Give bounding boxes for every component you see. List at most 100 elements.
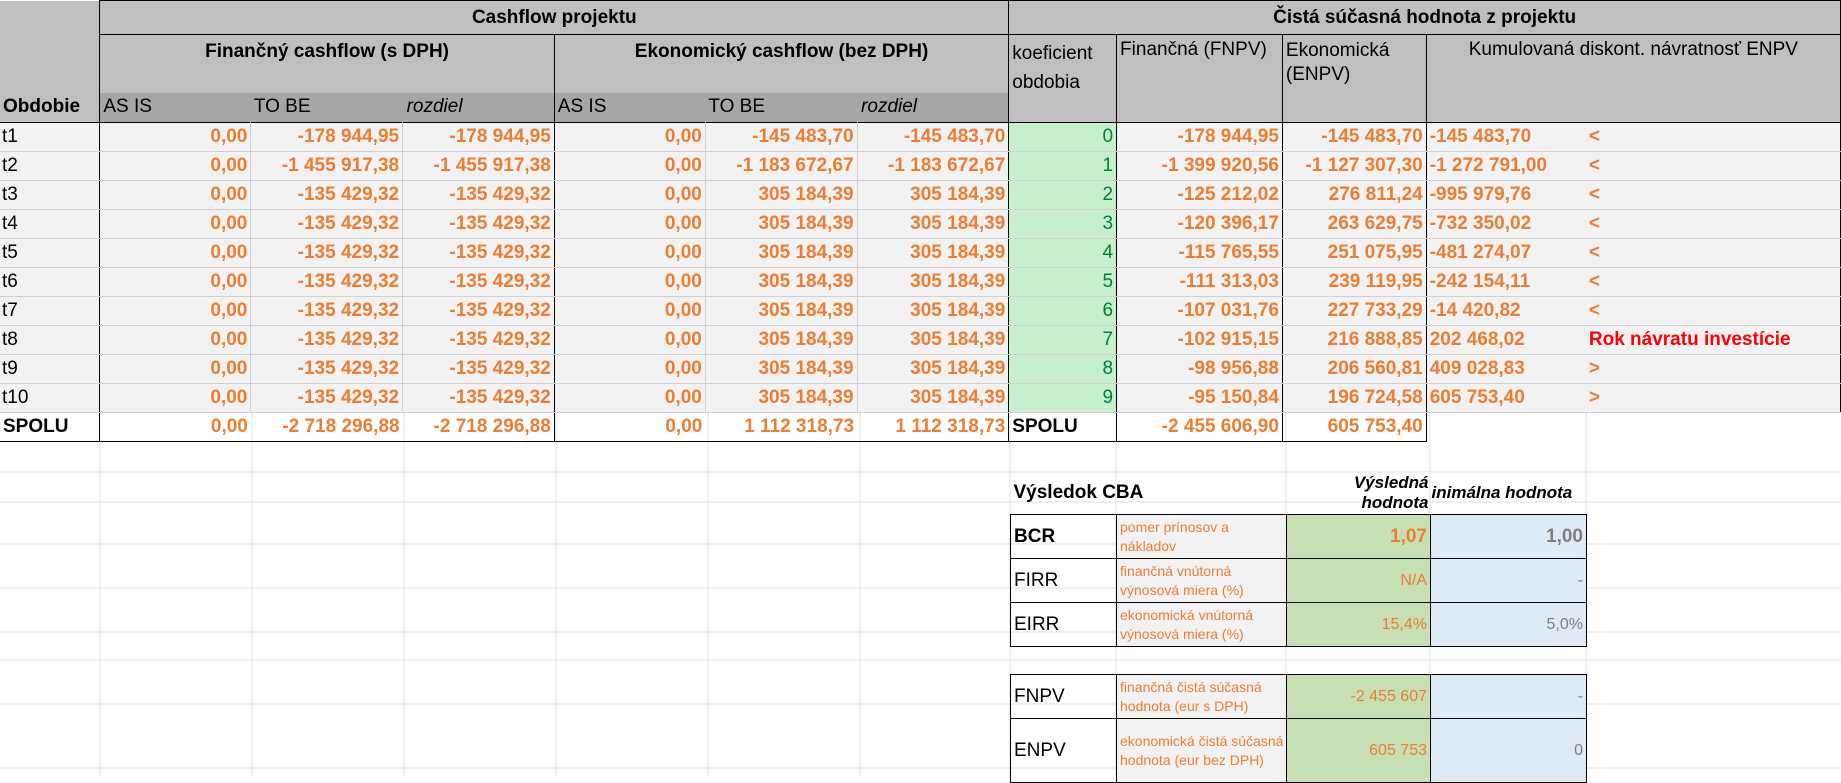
e-diff-cell[interactable]: 305 184,39 — [857, 238, 1009, 268]
cba-description[interactable]: finančná vnútorná výnosová miera (%) — [1116, 558, 1287, 603]
fnpv-cell[interactable]: -115 765,55 — [1116, 238, 1283, 268]
f-asis-cell[interactable]: 0,00 — [99, 296, 252, 326]
f-tobe-cell[interactable]: -135 429,32 — [250, 238, 404, 268]
enpv-cell[interactable]: 216 888,85 — [1281, 325, 1427, 355]
cba-min-value[interactable]: 0 — [1430, 718, 1587, 783]
cba-result-value[interactable]: N/A — [1286, 558, 1431, 603]
e-asis-cell[interactable]: 0,00 — [553, 122, 706, 152]
totals-label-npv[interactable]: SPOLU — [1008, 412, 1117, 442]
e-tobe-cell[interactable]: 305 184,39 — [705, 180, 858, 210]
cba-abbr[interactable]: BCR — [1010, 514, 1117, 559]
mark-cell[interactable]: < — [1585, 122, 1841, 152]
fnpv-cell[interactable]: -111 313,03 — [1116, 267, 1283, 297]
e-diff-cell[interactable]: 305 184,39 — [857, 383, 1009, 413]
period-cell[interactable]: t5 — [0, 238, 100, 268]
f-asis-cell[interactable]: 0,00 — [99, 180, 252, 210]
fnpv-header[interactable]: Finančná (FNPV) — [1116, 34, 1283, 123]
enpv-cell[interactable]: 196 724,58 — [1281, 383, 1427, 413]
kum-cell[interactable]: 409 028,83 — [1425, 354, 1586, 384]
mark-cell[interactable]: < — [1585, 151, 1841, 181]
total-enpv[interactable]: 605 753,40 — [1281, 412, 1427, 442]
f-diff-cell[interactable]: -135 429,32 — [402, 180, 555, 210]
e-asis-cell[interactable]: 0,00 — [553, 151, 706, 181]
period-cell[interactable]: t6 — [0, 267, 100, 297]
e-diff-cell[interactable]: 305 184,39 — [857, 354, 1009, 384]
f-diff-cell[interactable]: -135 429,32 — [402, 354, 555, 384]
npv-title[interactable]: Čistá súčasná hodnota z projektu — [1008, 0, 1841, 35]
obdobie-header[interactable]: Obdobie — [0, 0, 100, 123]
fnpv-cell[interactable]: -102 915,15 — [1116, 325, 1283, 355]
fnpv-cell[interactable]: -120 396,17 — [1116, 209, 1283, 239]
e-tobe-cell[interactable]: 305 184,39 — [705, 383, 858, 413]
f-asis-cell[interactable]: 0,00 — [99, 325, 252, 355]
fnpv-cell[interactable]: -125 212,02 — [1116, 180, 1283, 210]
f-diff-cell[interactable]: -178 944,95 — [402, 122, 555, 152]
e-asis-cell[interactable]: 0,00 — [553, 354, 706, 384]
totals-label[interactable]: SPOLU — [0, 412, 100, 442]
enpv-header[interactable]: Ekonomická (ENPV) — [1281, 34, 1427, 123]
kum-cell[interactable]: -145 483,70 — [1425, 122, 1586, 152]
cba-result-value[interactable]: 1,07 — [1286, 514, 1431, 559]
to-be-header-e[interactable]: TO BE — [705, 92, 858, 123]
e-diff-cell[interactable]: 305 184,39 — [857, 180, 1009, 210]
f-diff-cell[interactable]: -135 429,32 — [402, 296, 555, 326]
koeficient-header[interactable]: koeficient obdobia — [1008, 34, 1117, 123]
mark-cell[interactable]: < — [1585, 209, 1841, 239]
ekonomicky-cf-header[interactable]: Ekonomický cashflow (bez DPH) — [553, 34, 1009, 93]
period-cell[interactable]: t4 — [0, 209, 100, 239]
e-tobe-cell[interactable]: 305 184,39 — [705, 209, 858, 239]
as-is-header-e[interactable]: AS IS — [553, 92, 706, 123]
total-e-diff[interactable]: 1 112 318,73 — [857, 412, 1009, 442]
mark-cell[interactable]: < — [1585, 296, 1841, 326]
e-tobe-cell[interactable]: 305 184,39 — [705, 296, 858, 326]
e-diff-cell[interactable]: 305 184,39 — [857, 325, 1009, 355]
f-tobe-cell[interactable]: -135 429,32 — [250, 296, 404, 326]
cba-result-value[interactable]: 605 753 — [1286, 718, 1431, 783]
e-asis-cell[interactable]: 0,00 — [553, 383, 706, 413]
total-f-tobe[interactable]: -2 718 296,88 — [250, 412, 403, 442]
total-f-asis[interactable]: 0,00 — [99, 412, 251, 442]
koef-cell[interactable]: 1 — [1008, 151, 1117, 181]
fnpv-cell[interactable]: -1 399 920,56 — [1116, 151, 1283, 181]
f-tobe-cell[interactable]: -178 944,95 — [250, 122, 404, 152]
cba-title[interactable]: Výsledok CBA — [1011, 472, 1287, 515]
koef-cell[interactable]: 3 — [1008, 209, 1117, 239]
e-asis-cell[interactable]: 0,00 — [553, 325, 706, 355]
enpv-cell[interactable]: 276 811,24 — [1281, 180, 1427, 210]
period-cell[interactable]: t1 — [0, 122, 100, 152]
e-tobe-cell[interactable]: 305 184,39 — [705, 325, 858, 355]
cba-result-value[interactable]: 15,4% — [1286, 602, 1431, 647]
as-is-header-f[interactable]: AS IS — [99, 92, 251, 123]
f-diff-cell[interactable]: -1 455 917,38 — [402, 151, 555, 181]
period-cell[interactable]: t8 — [0, 325, 100, 355]
f-asis-cell[interactable]: 0,00 — [99, 383, 252, 413]
f-tobe-cell[interactable]: -135 429,32 — [250, 209, 404, 239]
f-asis-cell[interactable]: 0,00 — [99, 122, 252, 152]
rozdiel-header-f[interactable]: rozdiel — [402, 92, 555, 123]
fnpv-cell[interactable]: -178 944,95 — [1116, 122, 1283, 152]
koef-cell[interactable]: 5 — [1008, 267, 1117, 297]
koef-cell[interactable]: 4 — [1008, 238, 1117, 268]
cba-min-header[interactable]: inimálna hodnota — [1431, 472, 1587, 515]
fnpv-cell[interactable]: -107 031,76 — [1116, 296, 1283, 326]
cashflow-title[interactable]: Cashflow projektu — [99, 0, 1009, 35]
kum-cell[interactable]: -732 350,02 — [1425, 209, 1586, 239]
enpv-cell[interactable]: 206 560,81 — [1281, 354, 1427, 384]
e-diff-cell[interactable]: -145 483,70 — [857, 122, 1009, 152]
cba-abbr[interactable]: ENPV — [1010, 718, 1117, 783]
cba-abbr[interactable]: FNPV — [1010, 674, 1117, 719]
koef-cell[interactable]: 6 — [1008, 296, 1117, 326]
mark-cell[interactable]: < — [1585, 180, 1841, 210]
fnpv-cell[interactable]: -95 150,84 — [1116, 383, 1283, 413]
rozdiel-header-e[interactable]: rozdiel — [857, 92, 1009, 123]
to-be-header-f[interactable]: TO BE — [250, 92, 403, 123]
e-diff-cell[interactable]: 305 184,39 — [857, 267, 1009, 297]
kumulovana-header[interactable]: Kumulovaná diskont. návratnosť ENPV — [1425, 34, 1841, 123]
e-asis-cell[interactable]: 0,00 — [553, 267, 706, 297]
cba-description[interactable]: ekonomická vnútorná výnosová miera (%) — [1116, 602, 1287, 647]
kum-cell[interactable]: -242 154,11 — [1425, 267, 1586, 297]
e-tobe-cell[interactable]: 305 184,39 — [705, 267, 858, 297]
f-diff-cell[interactable]: -135 429,32 — [402, 383, 555, 413]
f-asis-cell[interactable]: 0,00 — [99, 238, 252, 268]
koef-cell[interactable]: 8 — [1008, 354, 1117, 384]
